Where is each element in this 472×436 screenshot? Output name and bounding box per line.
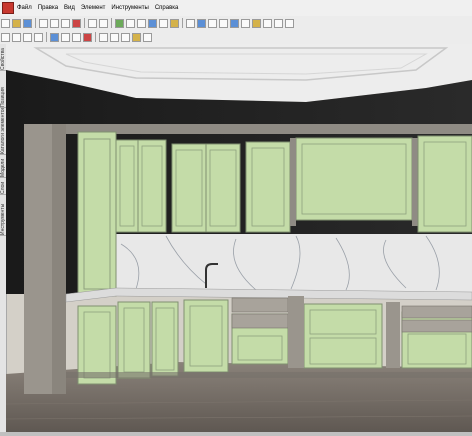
base-pillar — [288, 296, 304, 368]
light-icon[interactable] — [252, 18, 261, 28]
menu-edit[interactable]: Правка — [35, 5, 61, 11]
move-icon[interactable] — [126, 18, 135, 28]
grid-icon[interactable] — [263, 18, 272, 28]
undo-icon[interactable] — [88, 18, 97, 28]
view-top-icon[interactable] — [186, 18, 195, 28]
render-icon[interactable] — [230, 18, 239, 28]
plinth — [66, 372, 472, 378]
hood-frame — [290, 138, 296, 226]
toolbar-separator — [46, 32, 47, 42]
toolbar-separator — [95, 32, 96, 42]
ungroup-icon[interactable] — [72, 32, 81, 42]
paste-icon[interactable] — [61, 18, 70, 28]
stop-icon[interactable] — [83, 32, 92, 42]
menu-tools[interactable]: Инструменты — [108, 5, 151, 11]
texture-icon[interactable] — [285, 18, 294, 28]
redo-icon[interactable] — [99, 18, 108, 28]
menu-file[interactable]: Файл — [14, 5, 35, 11]
menu-element[interactable]: Элемент — [78, 5, 108, 11]
rotate-icon[interactable] — [137, 18, 146, 28]
measure-icon[interactable] — [170, 18, 179, 28]
cut-icon[interactable] — [39, 18, 48, 28]
tall-pillar-side — [52, 124, 66, 394]
menu-help[interactable]: Справка — [152, 5, 182, 11]
copy-icon[interactable] — [50, 18, 59, 28]
copy-props-icon[interactable] — [110, 32, 119, 42]
delete-icon[interactable] — [72, 18, 81, 28]
status-bar — [0, 432, 472, 436]
properties-icon[interactable] — [143, 32, 152, 42]
toolbar-separator — [111, 18, 112, 28]
toolbar-separator — [35, 18, 36, 28]
open-folder-icon[interactable] — [12, 18, 21, 28]
eyedropper-icon[interactable] — [121, 32, 130, 42]
hood-frame-right — [412, 138, 418, 226]
zoom-icon[interactable] — [274, 18, 283, 28]
tall-pillar — [24, 124, 52, 394]
menu-bar: Файл Правка Вид Элемент Инструменты Спра… — [0, 0, 472, 17]
base-pillar-right — [386, 302, 400, 368]
sum-icon[interactable] — [159, 18, 168, 28]
toolbar-separator — [182, 18, 183, 28]
camera-icon[interactable] — [241, 18, 250, 28]
kitchen-scene — [6, 44, 472, 432]
view-3d-icon[interactable] — [197, 18, 206, 28]
paint-icon[interactable] — [132, 32, 141, 42]
new-file-icon[interactable] — [1, 18, 10, 28]
app-icon — [2, 2, 14, 14]
align-bottom-icon[interactable] — [34, 32, 43, 42]
align-left-icon[interactable] — [1, 32, 10, 42]
align-right-icon[interactable] — [12, 32, 21, 42]
select-icon[interactable] — [115, 18, 124, 28]
view-side-icon[interactable] — [219, 18, 228, 28]
hood-cabinet — [295, 137, 413, 221]
secondary-toolbar — [0, 30, 472, 45]
menu-view[interactable]: Вид — [61, 5, 78, 11]
upper-cabinet-right — [417, 135, 472, 233]
save-icon[interactable] — [23, 18, 32, 28]
main-toolbar — [0, 16, 472, 30]
align-top-icon[interactable] — [23, 32, 32, 42]
layer-icon[interactable] — [99, 32, 108, 42]
view-front-icon[interactable] — [208, 18, 217, 28]
group-icon[interactable] — [61, 32, 70, 42]
wall-tool-icon[interactable] — [148, 18, 157, 28]
upper-frame — [66, 124, 472, 134]
toolbar-separator — [84, 18, 85, 28]
snap-icon[interactable] — [50, 32, 59, 42]
3d-viewport[interactable] — [6, 44, 472, 432]
